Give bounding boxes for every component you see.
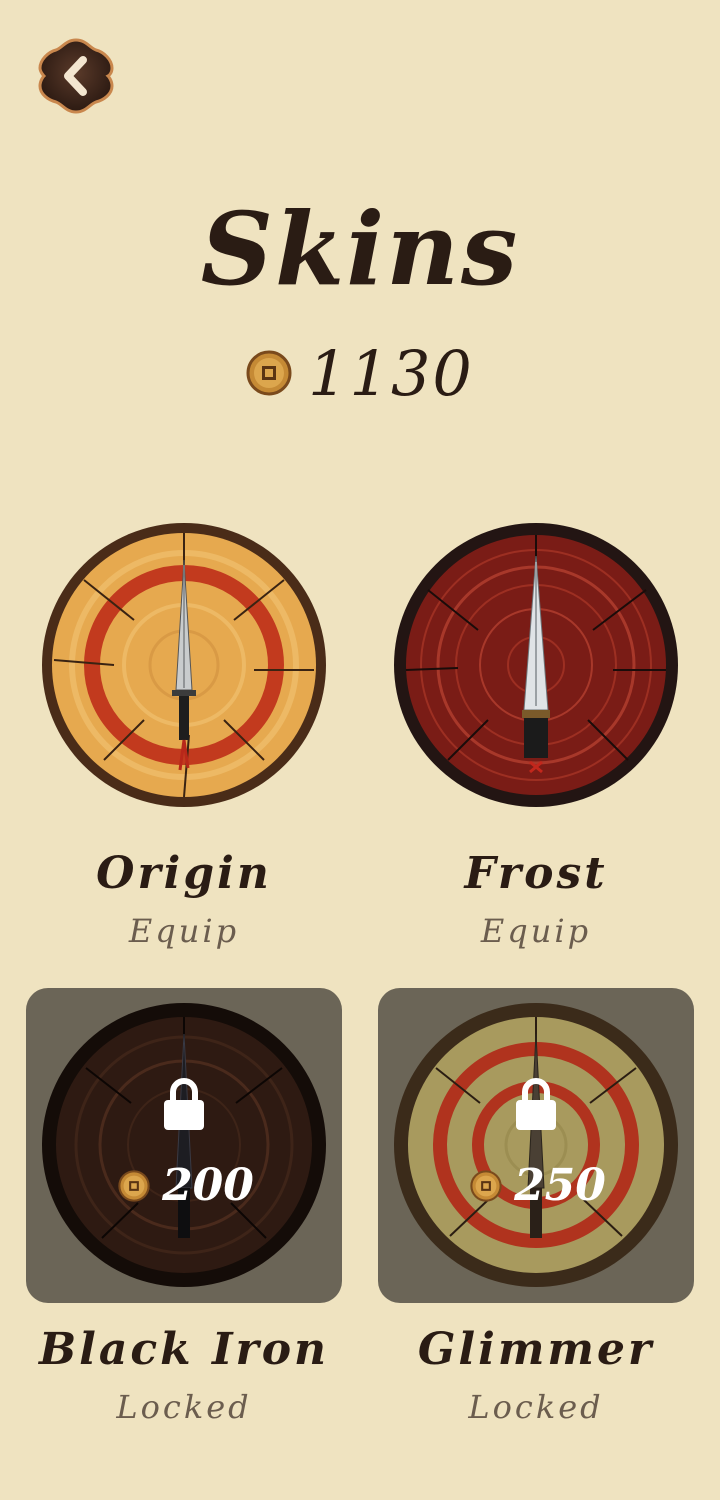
chevron-left-icon bbox=[38, 38, 114, 114]
skin-status-frost[interactable]: Equip bbox=[356, 912, 716, 950]
lock-icon bbox=[516, 1078, 556, 1130]
skin-card-black-iron[interactable]: 200 bbox=[26, 988, 342, 1303]
wood-target-black-iron bbox=[42, 1003, 326, 1287]
wood-target-glimmer bbox=[394, 1003, 678, 1287]
skin-status-glimmer: Locked bbox=[468, 1388, 604, 1426]
page-title: Skins bbox=[200, 190, 520, 308]
skin-name-black-iron: Black Iron bbox=[38, 1324, 330, 1375]
skin-card-glimmer[interactable]: 250 bbox=[378, 988, 694, 1303]
coin-icon bbox=[470, 1169, 502, 1202]
coin-balance-value: 1130 bbox=[308, 336, 474, 410]
price-black-iron: 200 bbox=[162, 1160, 254, 1211]
coin-icon bbox=[246, 350, 292, 396]
back-button[interactable] bbox=[38, 38, 114, 114]
skin-card-frost[interactable] bbox=[378, 520, 698, 850]
coin-icon bbox=[118, 1169, 150, 1202]
skin-status-origin[interactable]: Equip bbox=[4, 912, 364, 950]
price-tag-glimmer: 250 bbox=[378, 1160, 698, 1211]
skin-name-glimmer: Glimmer bbox=[417, 1324, 655, 1375]
wood-target-origin bbox=[42, 523, 326, 807]
coin-balance: 1130 bbox=[0, 336, 720, 410]
wood-target-frost bbox=[394, 523, 678, 807]
price-tag-black-iron: 200 bbox=[26, 1160, 346, 1211]
lock-icon bbox=[164, 1078, 204, 1130]
skin-status-black-iron: Locked bbox=[116, 1388, 252, 1426]
skin-name-origin: Origin bbox=[96, 848, 272, 899]
price-glimmer: 250 bbox=[514, 1160, 606, 1211]
skin-card-origin[interactable] bbox=[24, 520, 344, 850]
skin-name-frost: Frost bbox=[464, 848, 608, 899]
